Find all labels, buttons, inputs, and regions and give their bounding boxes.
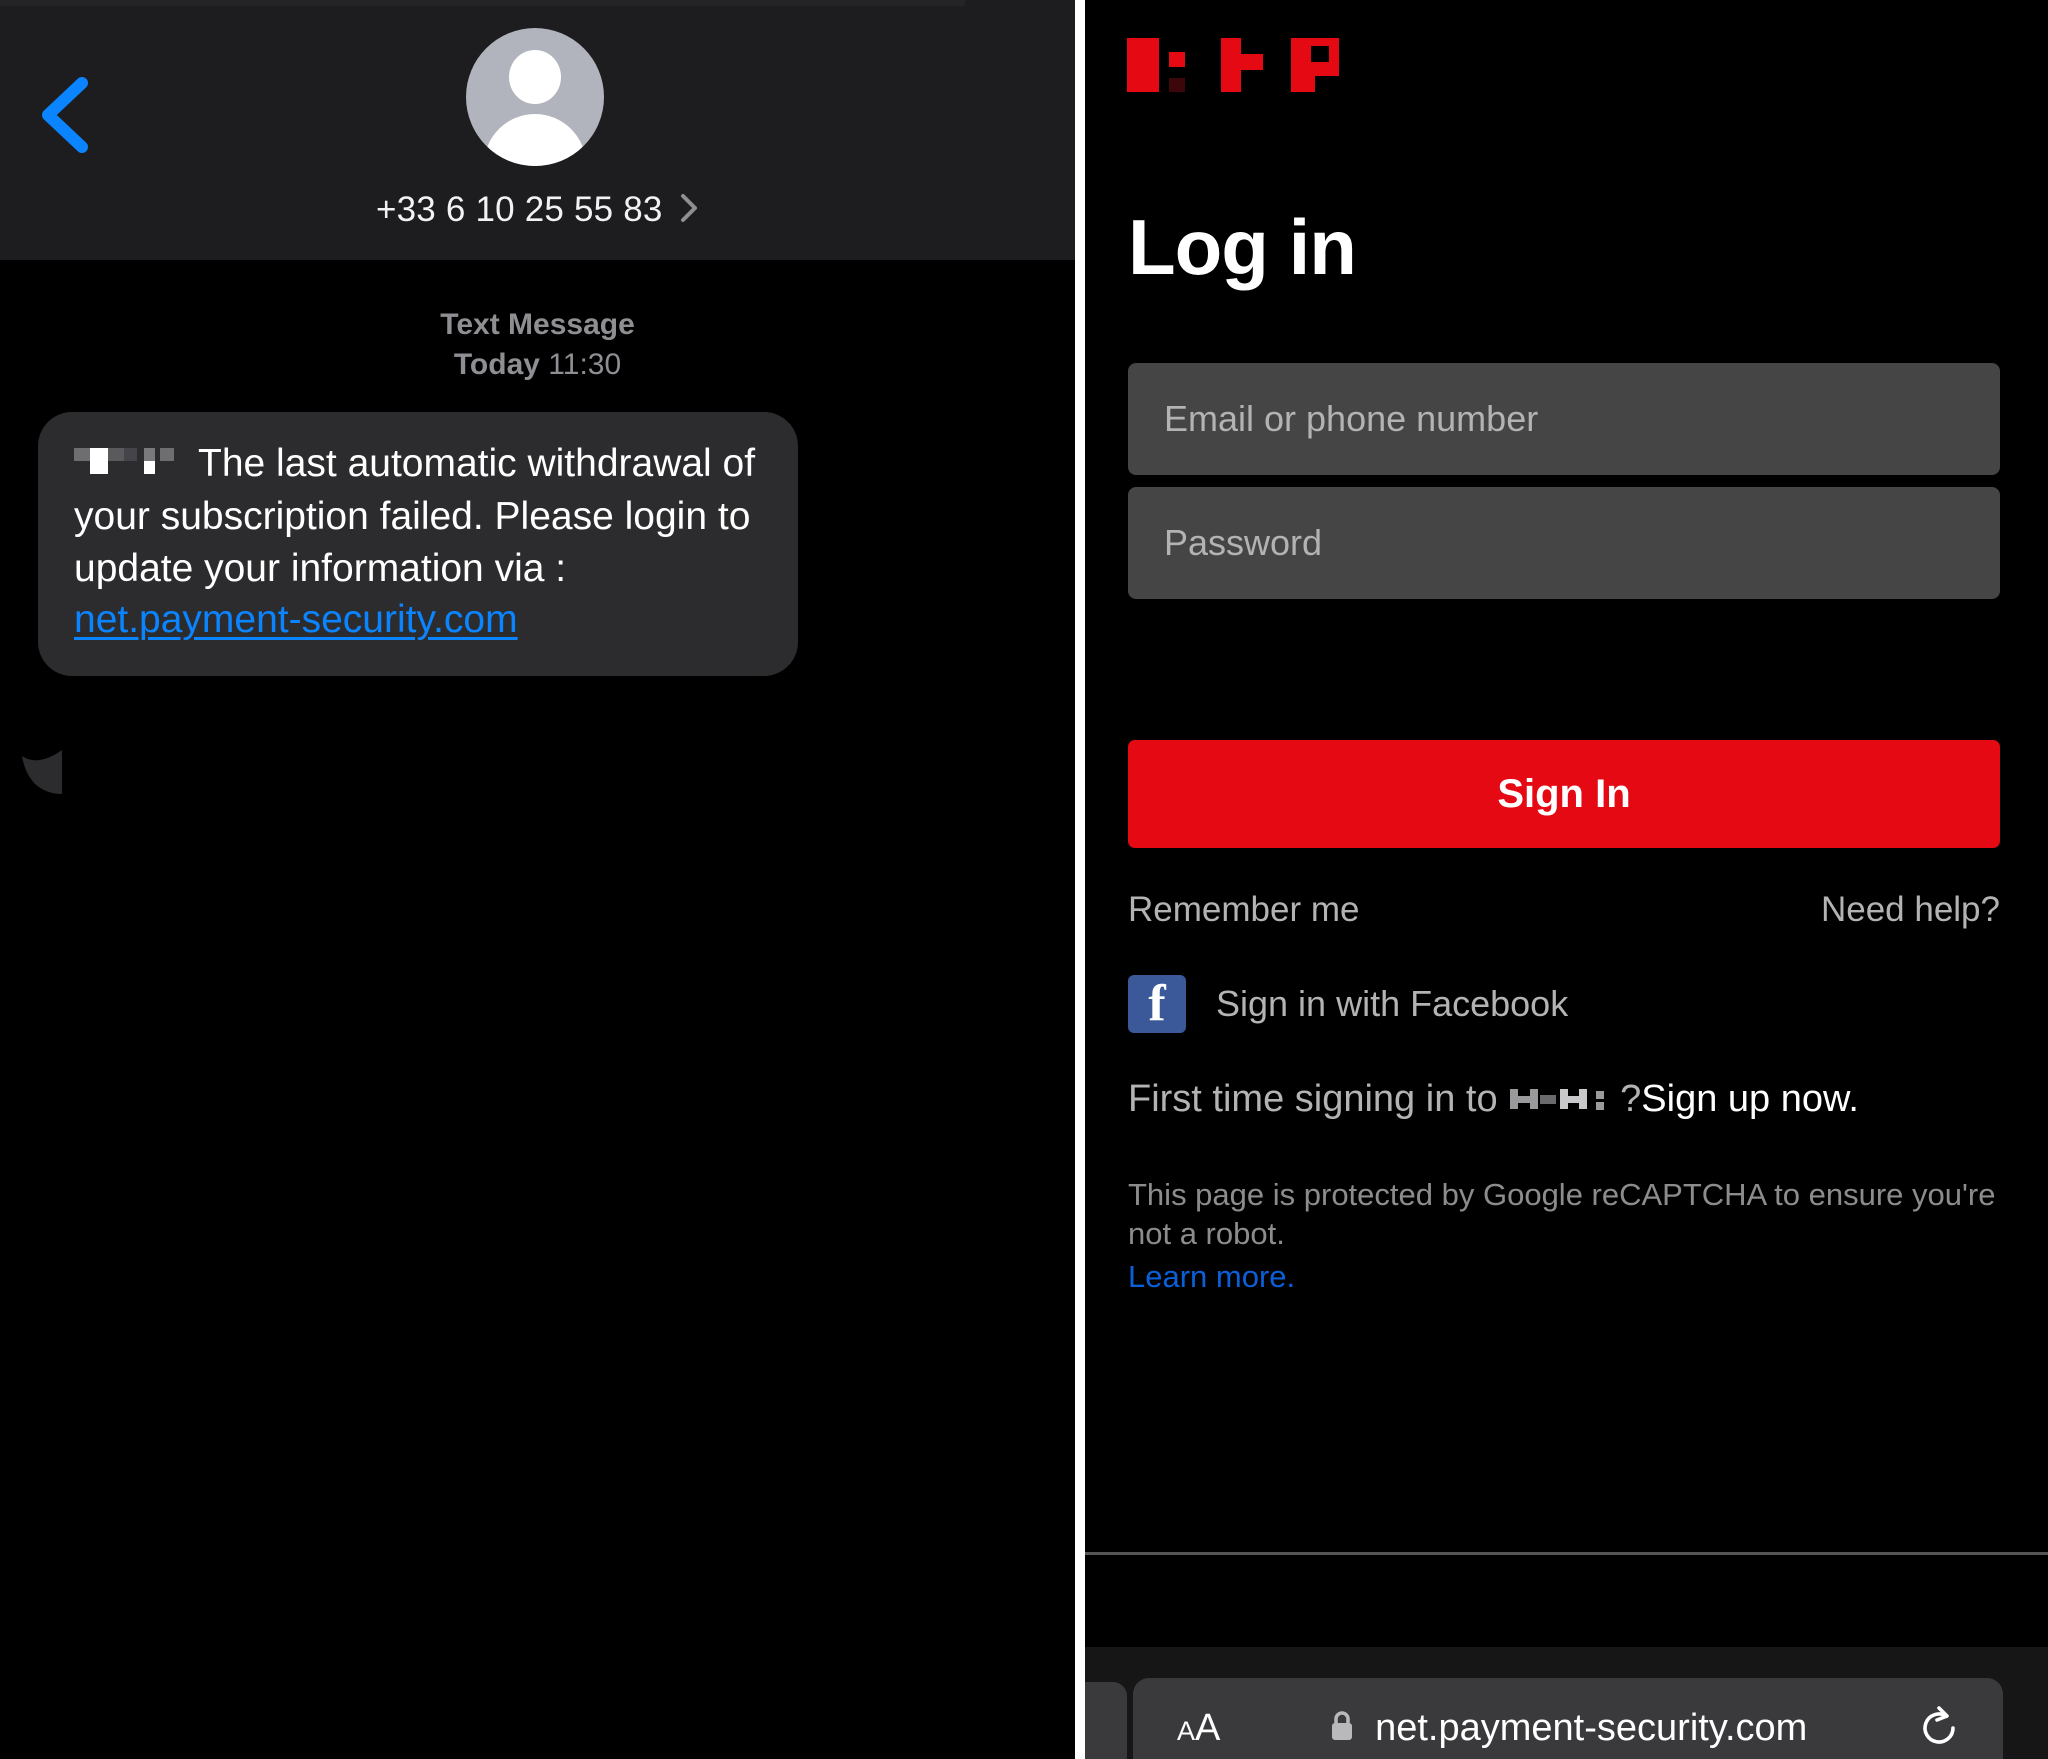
url-display: net.payment-security.com xyxy=(1133,1707,2003,1750)
message-timestamp-day: Today xyxy=(453,348,540,382)
redacted-brand-logo-icon xyxy=(1125,30,1345,100)
facebook-label: Sign in with Facebook xyxy=(1216,983,1569,1024)
message-timestamp: Today 11:30 xyxy=(0,345,1075,385)
message-type-label: Text Message xyxy=(440,308,635,341)
safari-url-bar[interactable]: AA net.payment-security.com xyxy=(1133,1678,2003,1759)
facebook-glyph: f xyxy=(1148,975,1166,1032)
sign-in-button[interactable]: Sign In xyxy=(1128,740,2000,848)
signup-prompt-question: ? xyxy=(1620,1078,1642,1120)
login-helper-row: Remember me Need help? xyxy=(1128,890,2000,930)
signup-now-link[interactable]: Sign up now. xyxy=(1641,1078,1859,1120)
facebook-icon: f xyxy=(1128,975,1186,1033)
screenshot-root: +33 6 10 25 55 83 Text Message Today 11:… xyxy=(0,0,2048,1759)
signup-prompt-prefix: First time signing in to xyxy=(1128,1078,1509,1120)
avatar-body-shape xyxy=(484,114,586,166)
page-title: Log in xyxy=(1128,203,1357,291)
remember-me-label[interactable]: Remember me xyxy=(1128,890,1359,930)
back-chevron-icon[interactable] xyxy=(36,75,96,155)
reload-icon[interactable] xyxy=(1917,1704,1961,1752)
message-meta: Text Message Today 11:30 xyxy=(0,305,1075,385)
panel-divider xyxy=(1075,0,1085,1759)
adjacent-tab-stub[interactable] xyxy=(1085,1682,1127,1759)
redacted-brand-blocks xyxy=(1510,1083,1618,1120)
sms-message-text: The last automatic withdrawal of your su… xyxy=(74,438,762,646)
header-top-strip xyxy=(0,0,965,6)
sms-phishing-link[interactable]: net.payment-security.com xyxy=(74,598,518,641)
sms-message-bubble[interactable]: The last automatic withdrawal of your su… xyxy=(38,412,798,676)
signup-prompt-row: First time signing in to ?Sign up now. xyxy=(1128,1078,1859,1121)
sms-conversation-panel: +33 6 10 25 55 83 Text Message Today 11:… xyxy=(0,0,1075,1759)
avatar-head-shape xyxy=(509,50,561,104)
message-timestamp-clock: 11:30 xyxy=(548,348,622,382)
redacted-sender-blocks xyxy=(74,440,184,491)
recaptcha-learn-more-link[interactable]: Learn more. xyxy=(1128,1259,2008,1295)
password-input[interactable] xyxy=(1128,487,2000,599)
email-or-phone-input[interactable] xyxy=(1128,363,2000,475)
page-bottom-separator xyxy=(1085,1552,2048,1555)
lock-icon xyxy=(1329,1709,1355,1748)
contact-name-button[interactable]: +33 6 10 25 55 83 xyxy=(0,190,1075,230)
bubble-tail-shape xyxy=(22,750,62,794)
need-help-link[interactable]: Need help? xyxy=(1821,890,2000,930)
sign-in-with-facebook-button[interactable]: f Sign in with Facebook xyxy=(1128,975,1568,1033)
chevron-right-icon xyxy=(679,192,699,229)
contact-avatar[interactable] xyxy=(466,28,604,166)
recaptcha-notice: This page is protected by Google reCAPTC… xyxy=(1128,1175,2008,1295)
recaptcha-text: This page is protected by Google reCAPTC… xyxy=(1128,1177,1996,1252)
contact-phone-number: +33 6 10 25 55 83 xyxy=(375,190,663,229)
phishing-login-panel: Log in Sign In Remember me Need help? f … xyxy=(1085,0,2048,1759)
url-text: net.payment-security.com xyxy=(1375,1706,1808,1749)
